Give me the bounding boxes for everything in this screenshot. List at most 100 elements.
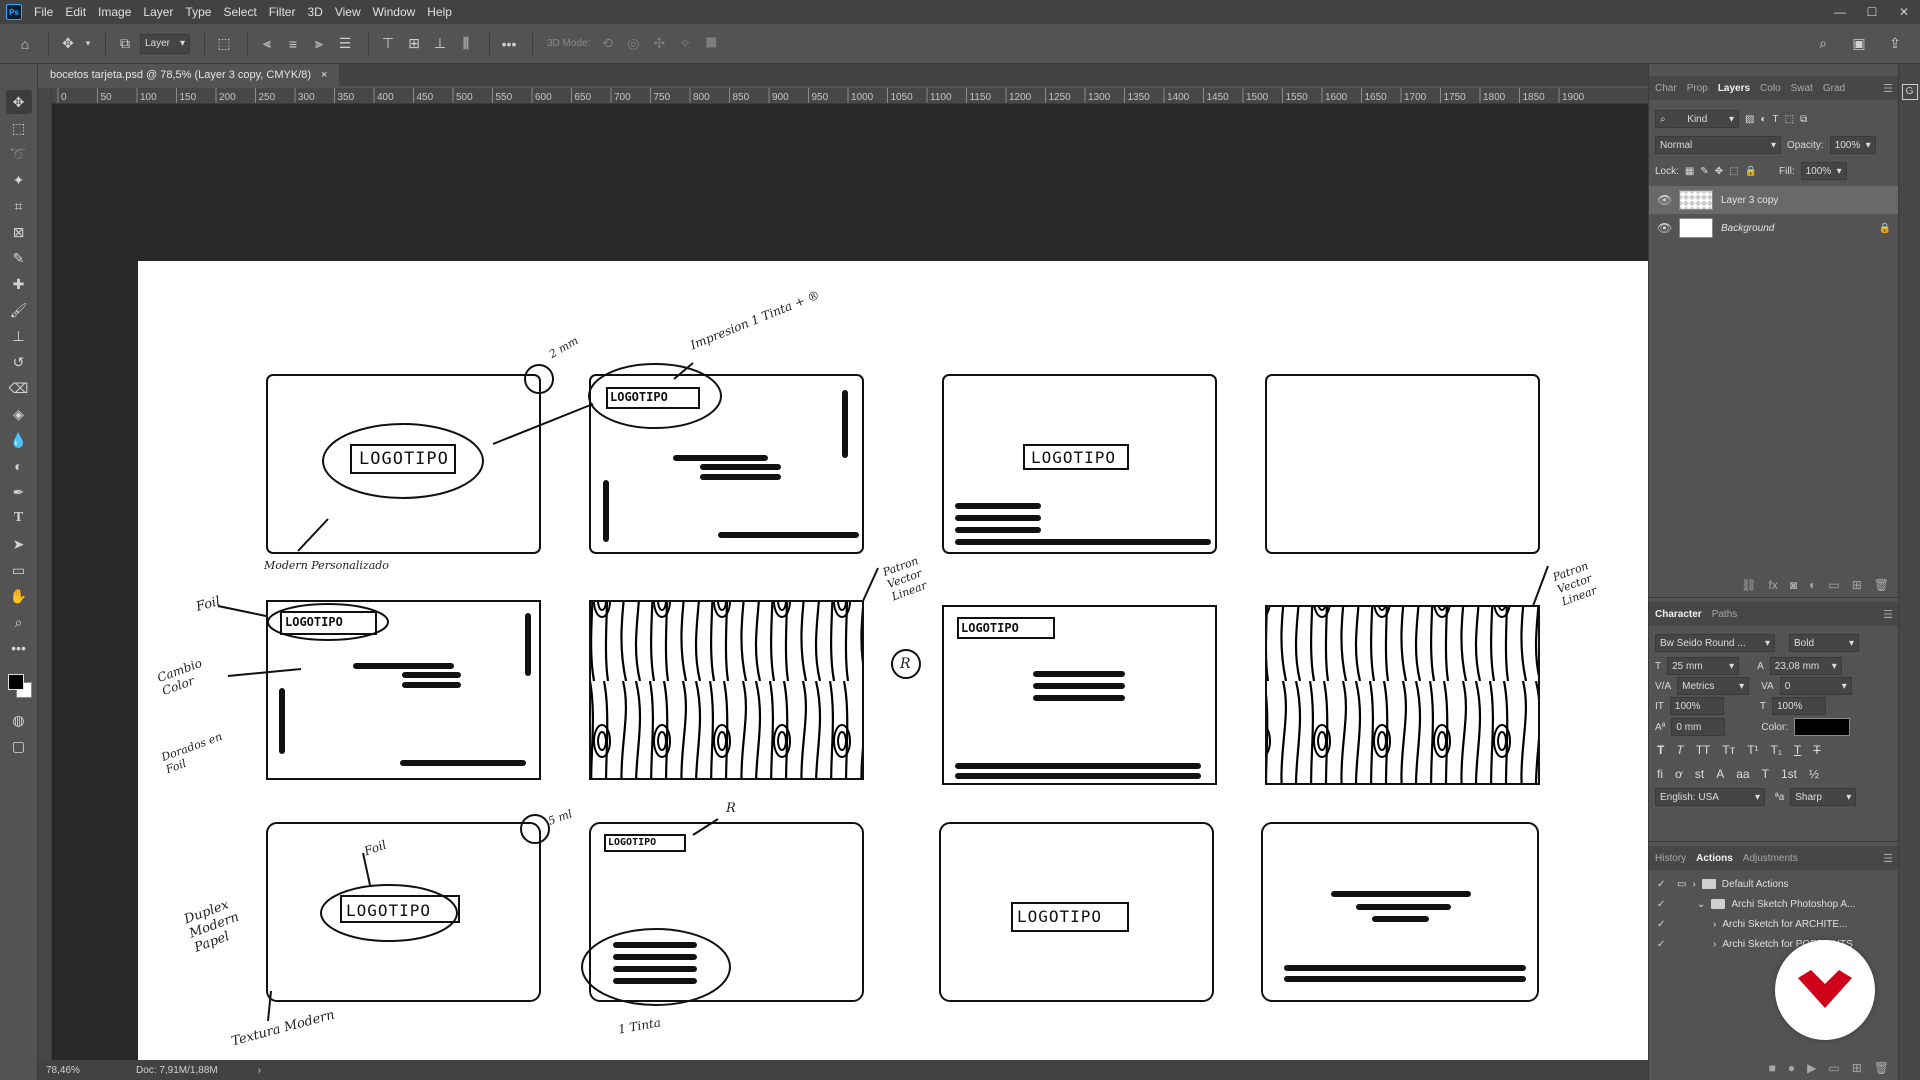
- visibility-eye-icon[interactable]: 👁: [1657, 221, 1672, 235]
- auto-select-target-dropdown[interactable]: Layer ▾: [140, 33, 190, 54]
- align-top-icon[interactable]: ⊤: [377, 33, 399, 55]
- marquee-tool-icon[interactable]: ⬚: [6, 116, 32, 140]
- action-set-item[interactable]: ✓ ▭ › Default Actions: [1649, 874, 1899, 894]
- play-icon[interactable]: ▶: [1807, 1061, 1816, 1075]
- distribute-vertical-icon[interactable]: ⫼: [455, 33, 477, 55]
- ordinals-icon[interactable]: T: [1762, 767, 1769, 781]
- faux-bold-icon[interactable]: T: [1657, 743, 1664, 757]
- tab-gradients[interactable]: Grad: [1823, 83, 1845, 94]
- layer-item[interactable]: 👁 Background 🔒: [1649, 214, 1899, 242]
- kerning-field[interactable]: Metrics ▾: [1677, 677, 1750, 695]
- blur-tool-icon[interactable]: 💧: [6, 428, 32, 452]
- filter-smart-icon[interactable]: ⧉: [1800, 114, 1807, 125]
- vertical-scale-field[interactable]: 100%: [1669, 697, 1724, 715]
- fractions-icon[interactable]: ½: [1809, 767, 1819, 781]
- lock-transparent-icon[interactable]: ▦: [1685, 166, 1694, 177]
- color-swatches[interactable]: [4, 670, 34, 700]
- align-bottom-icon[interactable]: ⊥: [429, 33, 451, 55]
- menu-select[interactable]: Select: [217, 0, 262, 24]
- faux-italic-icon[interactable]: T: [1676, 743, 1683, 757]
- small-caps-icon[interactable]: Tт: [1722, 743, 1735, 757]
- font-style-dropdown[interactable]: Bold ▾: [1789, 634, 1859, 652]
- check-icon[interactable]: ✓: [1657, 939, 1671, 950]
- strikethrough-icon[interactable]: T: [1813, 743, 1820, 757]
- all-caps-icon[interactable]: TT: [1696, 743, 1711, 757]
- text-color-swatch[interactable]: [1794, 718, 1851, 736]
- check-icon[interactable]: ✓: [1657, 879, 1671, 890]
- delete-layer-icon[interactable]: 🗑: [1874, 578, 1889, 592]
- menu-filter[interactable]: Filter: [263, 0, 302, 24]
- brush-tool-icon[interactable]: 🖌: [6, 298, 32, 322]
- zoom-level[interactable]: 78,46%: [46, 1065, 116, 1076]
- shape-tool-icon[interactable]: ▭: [6, 558, 32, 582]
- vertical-ruler[interactable]: [38, 88, 52, 1060]
- document-size[interactable]: Doc: 7,91M/1,88M: [136, 1065, 218, 1076]
- new-layer-icon[interactable]: ⊞: [1852, 578, 1862, 592]
- healing-brush-tool-icon[interactable]: ✚: [6, 272, 32, 296]
- transform-controls-icon[interactable]: ⬚: [213, 33, 235, 55]
- font-size-field[interactable]: 25 mm ▾: [1667, 657, 1740, 675]
- 3d-pan-icon[interactable]: ✣: [648, 33, 670, 55]
- antialias-dropdown[interactable]: Sharp ▾: [1790, 788, 1857, 806]
- dialog-toggle-icon[interactable]: ▭: [1677, 879, 1686, 890]
- fill-field[interactable]: 100% ▾: [1800, 162, 1847, 180]
- paint-bucket-tool-icon[interactable]: ◈: [6, 402, 32, 426]
- workspace-icon[interactable]: ▣: [1848, 32, 1870, 54]
- delete-action-icon[interactable]: 🗑: [1874, 1061, 1889, 1075]
- adjustment-layer-icon[interactable]: ◐: [1809, 578, 1816, 592]
- tab-character[interactable]: Character: [1655, 609, 1702, 620]
- history-brush-tool-icon[interactable]: ↺: [6, 350, 32, 374]
- tab-history[interactable]: History: [1655, 853, 1686, 864]
- pen-tool-icon[interactable]: ✒: [6, 480, 32, 504]
- 3d-roll-icon[interactable]: ◎: [622, 33, 644, 55]
- tab-properties[interactable]: Prop: [1687, 83, 1708, 94]
- eyedropper-tool-icon[interactable]: ✎: [6, 246, 32, 270]
- lock-position-icon[interactable]: ✥: [1715, 166, 1723, 177]
- menu-view[interactable]: View: [329, 0, 367, 24]
- visibility-eye-icon[interactable]: 👁: [1657, 193, 1672, 207]
- baseline-shift-field[interactable]: 0 mm: [1671, 718, 1726, 736]
- discretionary-ligatures-icon[interactable]: ơ: [1675, 767, 1683, 781]
- close-window-icon[interactable]: ✕: [1888, 0, 1920, 24]
- record-icon[interactable]: ●: [1788, 1061, 1795, 1075]
- chevron-right-icon[interactable]: ›: [1692, 879, 1695, 890]
- opacity-field[interactable]: 100% ▾: [1829, 136, 1876, 154]
- zoom-tool-icon[interactable]: ⌕: [6, 610, 32, 634]
- action-item[interactable]: ✓ › Archi Sketch for PORTRAITS: [1649, 934, 1899, 954]
- horizontal-ruler[interactable]: 0 50 100 150 200 250 300 350 400 450 500 550 600 650 7…: [52, 88, 1648, 104]
- stylistic-alternates-icon[interactable]: A: [1716, 767, 1724, 781]
- filter-adjustment-icon[interactable]: ◐: [1760, 114, 1766, 125]
- language-dropdown[interactable]: English: USA ▾: [1655, 788, 1765, 806]
- stop-icon[interactable]: ■: [1769, 1061, 1776, 1075]
- share-icon[interactable]: ⇪: [1884, 32, 1906, 54]
- subscript-icon[interactable]: T₁: [1771, 743, 1782, 757]
- filter-shape-icon[interactable]: ⬚: [1785, 114, 1794, 125]
- underline-icon[interactable]: T: [1794, 743, 1801, 757]
- tab-paths[interactable]: Paths: [1712, 609, 1738, 620]
- eraser-tool-icon[interactable]: ⌫: [6, 376, 32, 400]
- 3d-slide-icon[interactable]: ✧: [674, 33, 696, 55]
- filter-type-icon[interactable]: T: [1773, 114, 1779, 125]
- more-options-icon[interactable]: •••: [498, 33, 520, 55]
- ligatures-icon[interactable]: fi: [1657, 767, 1663, 781]
- distribute-icon[interactable]: ☰: [334, 33, 356, 55]
- menu-file[interactable]: File: [28, 0, 59, 24]
- new-action-icon[interactable]: ⊞: [1852, 1061, 1862, 1075]
- type-tool-icon[interactable]: T: [6, 506, 32, 530]
- panel-menu-icon[interactable]: ☰: [1883, 852, 1893, 865]
- chevron-right-icon[interactable]: ›: [258, 1065, 261, 1076]
- panel-menu-icon[interactable]: ☰: [1883, 608, 1893, 621]
- minimize-icon[interactable]: —: [1824, 0, 1856, 24]
- check-icon[interactable]: ✓: [1657, 919, 1671, 930]
- edit-toolbar-icon[interactable]: •••: [6, 636, 32, 660]
- chevron-right-icon[interactable]: ›: [1713, 939, 1716, 950]
- tab-color[interactable]: Colo: [1760, 83, 1781, 94]
- menu-layer[interactable]: Layer: [137, 0, 179, 24]
- dodge-tool-icon[interactable]: ◐: [6, 454, 32, 478]
- align-left-icon[interactable]: ⫷: [256, 33, 278, 55]
- lock-all-icon[interactable]: 🔒: [1745, 166, 1757, 177]
- chevron-down-icon[interactable]: ⌄: [1697, 899, 1705, 910]
- tab-actions[interactable]: Actions: [1696, 853, 1733, 864]
- menu-edit[interactable]: Edit: [59, 0, 92, 24]
- maximize-icon[interactable]: ☐: [1856, 0, 1888, 24]
